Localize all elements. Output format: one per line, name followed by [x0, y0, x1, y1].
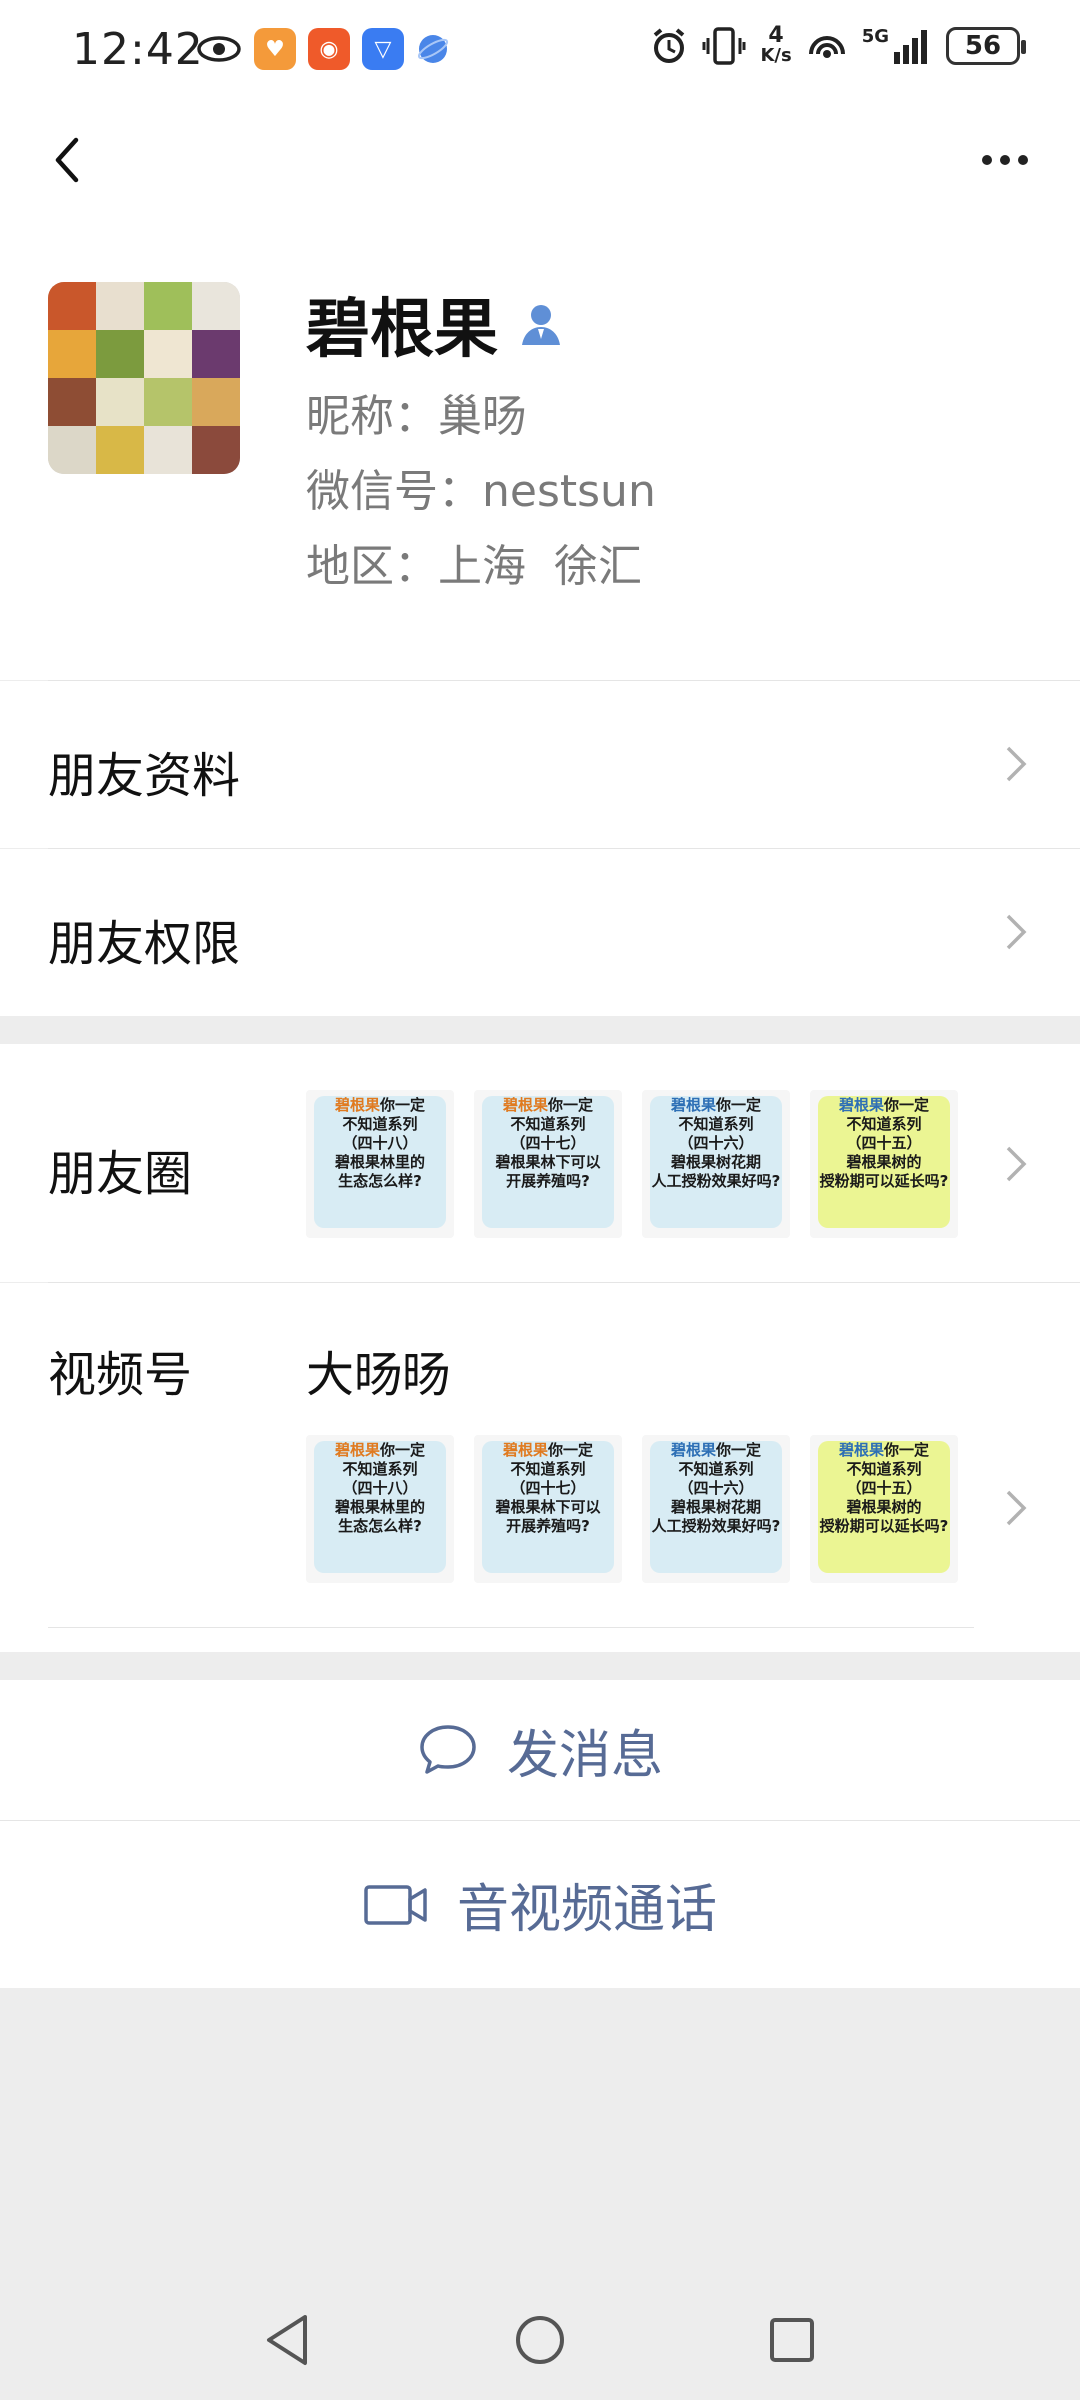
- nav-back-icon[interactable]: [263, 2313, 313, 2367]
- channels-thumbnails: 碧根果你一定 不知道系列 （四十八） 碧根果林里的 生态怎么样? 碧根果你一定 不知道系列…: [306, 1435, 958, 1583]
- video-call-button[interactable]: 音视频通话: [0, 1821, 1080, 1988]
- moments-thumbnail[interactable]: 碧根果你一定 不知道系列 （四十五） 碧根果树的 授粉期可以延长吗?: [810, 1090, 958, 1238]
- profile-name: 碧根果: [306, 278, 566, 370]
- channels-thumbnail[interactable]: 碧根果你一定 不知道系列 （四十七） 碧根果林下可以 开展养殖吗?: [474, 1435, 622, 1583]
- back-arrow-icon[interactable]: [40, 130, 100, 190]
- send-message-label: 发消息: [506, 1725, 663, 1786]
- app-badge-icon: ♥: [254, 28, 296, 70]
- section-gap: [0, 1652, 1080, 1680]
- profile-header: 碧根果 昵称：巢旸 微信号：nestsun 地区：上海 徐汇: [0, 230, 1080, 680]
- channels-thumbnail[interactable]: 碧根果你一定 不知道系列 （四十八） 碧根果林里的 生态怎么样?: [306, 1435, 454, 1583]
- dot-icon: [982, 155, 992, 165]
- status-system-icons: 4 K/s 5G 56: [650, 23, 1026, 66]
- friend-permissions-label: 朋友权限: [48, 916, 241, 972]
- browser-icon: [417, 35, 449, 63]
- chevron-right-icon: [1006, 1146, 1027, 1182]
- vibrate-icon: [702, 27, 746, 65]
- status-time: 12:42: [72, 24, 204, 75]
- divider: [48, 1627, 974, 1628]
- top-navigation-bar: [0, 100, 1080, 230]
- more-options-button[interactable]: [970, 140, 1040, 180]
- system-navigation-bar: [0, 2280, 1080, 2400]
- app-badge-icon: ◉: [308, 28, 350, 70]
- avatar[interactable]: [48, 282, 240, 474]
- alarm-icon: [654, 28, 685, 63]
- chevron-right-icon: [1006, 914, 1027, 950]
- nav-home-icon[interactable]: [513, 2313, 567, 2367]
- video-camera-icon: [364, 1884, 427, 1925]
- app-store-icon: ▽: [362, 28, 404, 70]
- region-text: 地区：上海 徐汇: [306, 541, 642, 592]
- moments-thumbnail[interactable]: 碧根果你一定 不知道系列 （四十七） 碧根果林下可以 开展养殖吗?: [474, 1090, 622, 1238]
- chevron-right-icon: [1006, 746, 1027, 782]
- friend-info-label: 朋友资料: [48, 748, 241, 804]
- channels-row[interactable]: 视频号 大旸旸 碧根果你一定 不知道系列 （四十八） 碧根果林里的 生态怎么样? 碧根果…: [0, 1283, 1080, 1652]
- dot-icon: [1000, 155, 1010, 165]
- video-call-label: 音视频通话: [456, 1880, 717, 1940]
- send-message-button[interactable]: 发消息: [0, 1680, 1080, 1820]
- moments-label: 朋友圈: [48, 1146, 193, 1202]
- nav-recents-icon[interactable]: [767, 2315, 817, 2365]
- wechat-id-text: 微信号：nestsun: [306, 466, 656, 517]
- eye-icon: [197, 36, 241, 62]
- moments-thumbnails: 碧根果你一定 不知道系列 （四十八） 碧根果林里的 生态怎么样? 碧根果你一定 不知道系列…: [306, 1090, 958, 1238]
- battery-indicator: 56: [946, 27, 1026, 65]
- chevron-right-icon: [1006, 1490, 1027, 1526]
- channels-name: 大旸旸: [306, 1347, 451, 1403]
- signal-icon: 5G: [862, 28, 932, 64]
- channels-thumbnail[interactable]: 碧根果你一定 不知道系列 （四十五） 碧根果树的 授粉期可以延长吗?: [810, 1435, 958, 1583]
- channels-thumbnail[interactable]: 碧根果你一定 不知道系列 （四十六） 碧根果树花期 人工授粉效果好吗?: [642, 1435, 790, 1583]
- friend-permissions-row[interactable]: 朋友权限: [0, 849, 1080, 1016]
- section-gap: [0, 1016, 1080, 1044]
- contact-person-icon: [522, 305, 560, 345]
- channels-label: 视频号: [48, 1347, 193, 1403]
- hotspot-icon: [808, 36, 845, 58]
- status-notification-icons: ♥ ◉ ▽: [196, 28, 450, 70]
- moments-thumbnail[interactable]: 碧根果你一定 不知道系列 （四十八） 碧根果林里的 生态怎么样?: [306, 1090, 454, 1238]
- friend-info-row[interactable]: 朋友资料: [0, 681, 1080, 848]
- moments-thumbnail[interactable]: 碧根果你一定 不知道系列 （四十六） 碧根果树花期 人工授粉效果好吗?: [642, 1090, 790, 1238]
- nickname-text: 昵称：巢旸: [306, 391, 526, 442]
- network-speed: 4 K/s: [760, 23, 792, 66]
- moments-row[interactable]: 朋友圈 碧根果你一定 不知道系列 （四十八） 碧根果林里的 生态怎么样? 碧根果你一定不…: [0, 1044, 1080, 1282]
- dot-icon: [1018, 155, 1028, 165]
- chat-bubble-icon: [420, 1725, 476, 1774]
- status-bar: 12:42 ♥ ◉ ▽ 4 K/s 5G 56: [0, 0, 1080, 100]
